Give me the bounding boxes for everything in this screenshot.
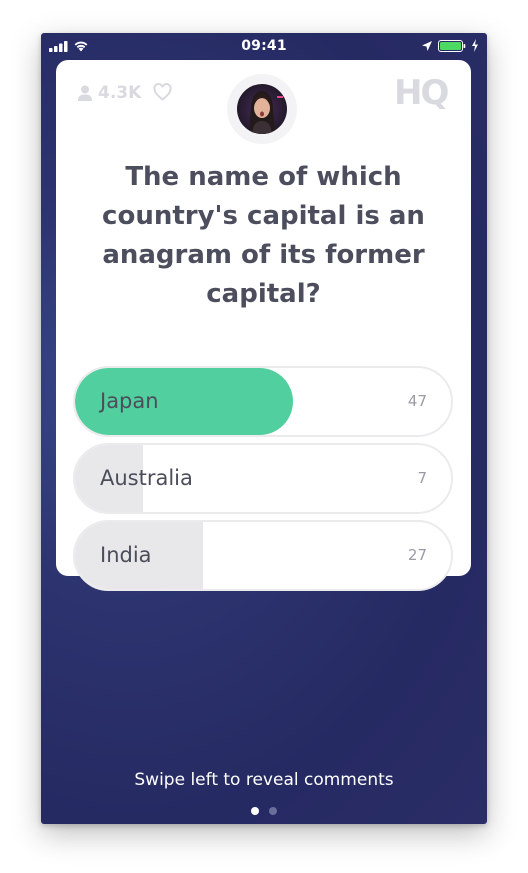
answer-label: Australia (100, 466, 193, 490)
viewer-count: 4.3K (78, 83, 141, 103)
status-bar: 09:41 (41, 33, 487, 59)
answer-label: India (100, 543, 152, 567)
viewer-count-label: 4.3K (98, 83, 142, 103)
phone-screen: 09:41 4.3K HQ The name of which country'… (41, 33, 487, 824)
answer-option-india[interactable]: India 27 (73, 520, 453, 591)
question-text: The name of which country's capital is a… (102, 162, 425, 309)
host-avatar (227, 74, 297, 144)
page-dot-2[interactable] (269, 807, 277, 815)
page-dot-1[interactable] (251, 807, 259, 815)
answer-option-australia[interactable]: Australia 7 (73, 443, 453, 514)
swipe-hint: Swipe left to reveal comments (134, 770, 394, 790)
location-arrow-icon (422, 41, 432, 51)
answer-count: 7 (417, 469, 427, 487)
page-indicator[interactable] (41, 807, 487, 815)
host-avatar-image (237, 84, 287, 134)
person-icon (78, 85, 92, 101)
battery-icon (438, 40, 466, 52)
hq-logo: HQ (394, 73, 449, 113)
charging-bolt-icon (472, 39, 478, 52)
heart-icon[interactable] (153, 83, 172, 101)
answer-count: 47 (407, 392, 427, 410)
answer-count: 27 (407, 546, 427, 564)
answer-option-japan[interactable]: Japan 47 (73, 366, 453, 437)
question-card: 4.3K HQ The name of which country's capi… (56, 60, 471, 591)
answer-label: Japan (100, 389, 159, 413)
